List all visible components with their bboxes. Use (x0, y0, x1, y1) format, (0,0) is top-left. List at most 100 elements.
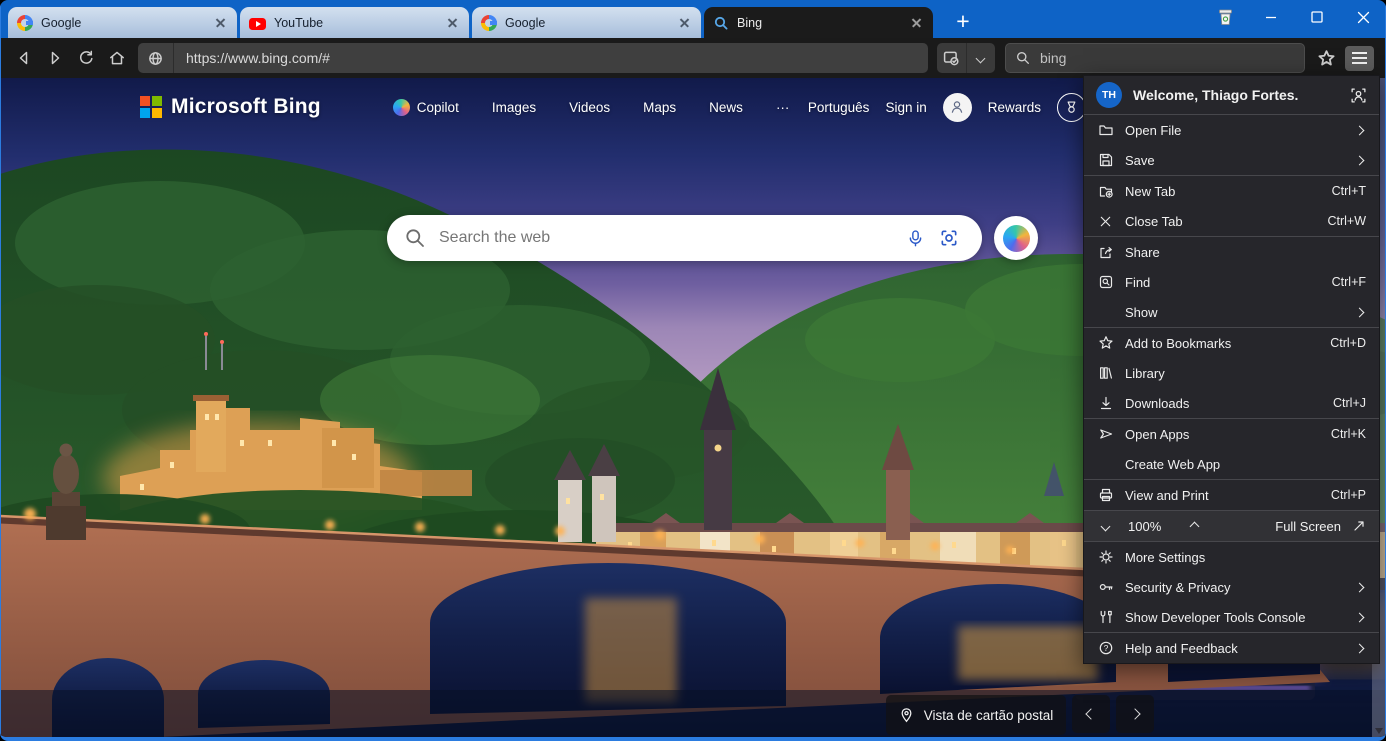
app-menu-button[interactable] (1345, 46, 1374, 71)
menu-item-developer-tools[interactable]: Show Developer Tools Console (1084, 602, 1379, 632)
close-window-button[interactable] (1348, 3, 1378, 31)
bing-nav-news[interactable]: News (709, 100, 743, 115)
forward-icon (46, 49, 64, 67)
visual-search-button[interactable] (932, 221, 966, 255)
menu-item-show[interactable]: Show (1084, 297, 1379, 327)
new-tab-button[interactable]: + (948, 6, 978, 36)
tools-icon (1097, 609, 1114, 626)
bookmark-star-button[interactable] (1310, 43, 1342, 73)
minimize-button[interactable] (1256, 3, 1286, 31)
tab-close-icon[interactable] (910, 16, 924, 30)
copilot-button[interactable] (994, 216, 1038, 260)
search-icon (1015, 50, 1031, 66)
bing-nav-more[interactable]: ··· (776, 100, 790, 115)
recycle-bin-button[interactable] (1210, 3, 1240, 31)
toolbar-search[interactable] (1005, 43, 1305, 73)
url-bar[interactable] (138, 43, 928, 73)
tab-strip: Google YouTube Google Bing (0, 6, 978, 38)
tab-close-icon[interactable] (678, 16, 692, 30)
menu-item-new-tab[interactable]: New Tab Ctrl+T (1084, 176, 1379, 206)
menu-item-add-to-bookmarks[interactable]: Add to Bookmarks Ctrl+D (1084, 328, 1379, 358)
voice-search-button[interactable] (898, 221, 932, 255)
menu-profile-header[interactable]: TH Welcome, Thiago Fortes. (1084, 76, 1379, 114)
key-icon (1097, 579, 1114, 596)
chevron-right-icon (1352, 127, 1366, 134)
bing-nav-maps[interactable]: Maps (643, 100, 676, 115)
home-button[interactable] (101, 43, 132, 73)
back-button[interactable] (8, 43, 39, 73)
menu-item-create-web-app[interactable]: Create Web App (1084, 449, 1379, 479)
download-icon (1097, 395, 1114, 412)
tab-youtube[interactable]: YouTube (240, 7, 469, 38)
menu-item-security-privacy[interactable]: Security & Privacy (1084, 572, 1379, 602)
menu-item-find[interactable]: Find Ctrl+F (1084, 267, 1379, 297)
toolbar-search-input[interactable] (1038, 49, 1295, 67)
menu-item-open-file[interactable]: Open File (1084, 115, 1379, 145)
menu-item-save[interactable]: Save (1084, 145, 1379, 175)
save-page-dropdown[interactable] (966, 43, 996, 73)
bing-nav-videos[interactable]: Videos (569, 100, 610, 115)
menu-item-open-apps[interactable]: Open Apps Ctrl+K (1084, 419, 1379, 449)
microsoft-logo-icon (140, 96, 162, 118)
welcome-text: Welcome, Thiago Fortes. (1133, 87, 1339, 103)
site-globe-icon[interactable] (138, 43, 174, 73)
switch-profile-icon[interactable] (1350, 87, 1367, 104)
bing-search-input[interactable] (437, 228, 898, 248)
page-check-icon (942, 49, 960, 67)
full-screen-icon[interactable] (1352, 519, 1366, 533)
copilot-icon (393, 99, 410, 116)
chevron-right-icon (1352, 309, 1366, 316)
bing-search-box[interactable] (387, 215, 982, 261)
language-label[interactable]: Português (808, 100, 870, 115)
sign-in-label[interactable]: Sign in (885, 100, 926, 115)
floppy-icon (1097, 152, 1114, 169)
bing-logo[interactable]: Microsoft Bing (140, 95, 321, 119)
maximize-button[interactable] (1302, 3, 1332, 31)
menu-item-help-feedback[interactable]: ? Help and Feedback (1084, 633, 1379, 663)
nav-toolbar (0, 38, 1386, 78)
tab-google-2[interactable]: Google (472, 7, 701, 38)
camera-search-icon (939, 228, 959, 248)
person-icon (949, 99, 965, 115)
menu-item-close-tab[interactable]: Close Tab Ctrl+W (1084, 206, 1379, 236)
star-icon (1317, 49, 1336, 68)
youtube-favicon (249, 18, 266, 30)
reload-button[interactable] (70, 43, 101, 73)
menu-item-library[interactable]: Library (1084, 358, 1379, 388)
chevron-right-icon (1352, 157, 1366, 164)
save-page-split-button (937, 43, 995, 73)
sign-in-avatar[interactable] (943, 93, 972, 122)
tab-close-icon[interactable] (446, 16, 460, 30)
full-screen-label[interactable]: Full Screen (1275, 519, 1341, 534)
scroll-down-arrow-icon[interactable] (1375, 728, 1383, 734)
maximize-icon (1311, 11, 1323, 23)
postcard-view-button[interactable]: Vista de cartão postal (886, 695, 1066, 735)
forward-button[interactable] (39, 43, 70, 73)
paper-plane-icon (1097, 426, 1114, 443)
zoom-in-chevron[interactable] (1186, 518, 1203, 535)
profile-avatar: TH (1096, 82, 1122, 108)
bing-nav-images[interactable]: Images (492, 100, 536, 115)
rewards-label[interactable]: Rewards (988, 100, 1041, 115)
tab-bing-active[interactable]: Bing (704, 7, 933, 38)
tab-close-icon[interactable] (214, 16, 228, 30)
url-input[interactable] (174, 43, 928, 73)
rewards-trophy-icon[interactable] (1057, 93, 1086, 122)
tab-title: Google (505, 16, 678, 30)
folder-icon (1097, 122, 1114, 139)
page-check-button[interactable] (937, 43, 966, 73)
home-icon (108, 49, 126, 67)
postcard-label: Vista de cartão postal (924, 708, 1054, 723)
tab-google-1[interactable]: Google (8, 7, 237, 38)
app-menu: TH Welcome, Thiago Fortes. Open File Sav… (1083, 75, 1380, 664)
menu-item-more-settings[interactable]: More Settings (1084, 542, 1379, 572)
previous-image-button[interactable] (1072, 695, 1110, 733)
menu-item-downloads[interactable]: Downloads Ctrl+J (1084, 388, 1379, 418)
bing-nav-copilot[interactable]: Copilot (393, 99, 459, 116)
zoom-out-chevron[interactable] (1097, 518, 1114, 535)
next-image-button[interactable] (1116, 695, 1154, 733)
tab-title: Google (41, 16, 214, 30)
new-tab-icon (1097, 183, 1114, 200)
menu-item-view-and-print[interactable]: View and Print Ctrl+P (1084, 480, 1379, 510)
menu-item-share[interactable]: Share (1084, 237, 1379, 267)
